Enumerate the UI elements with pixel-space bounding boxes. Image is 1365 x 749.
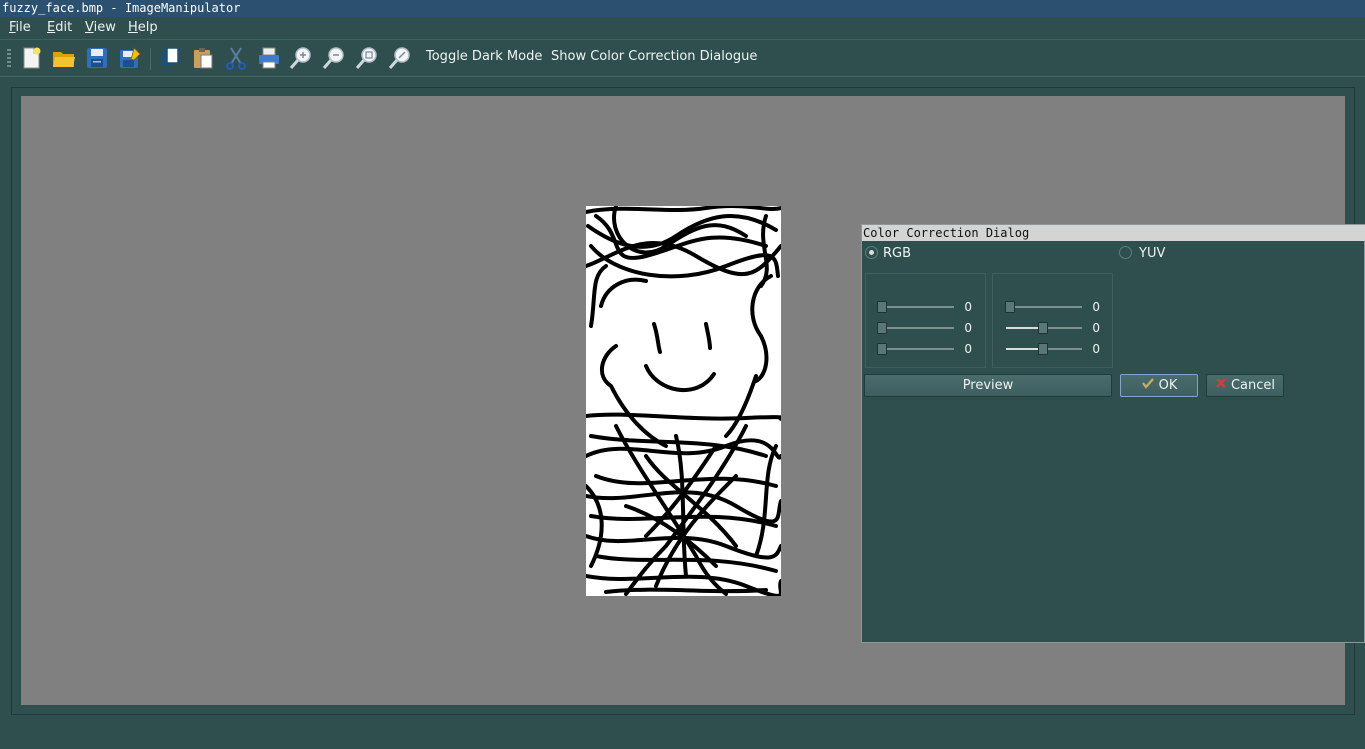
menu-bar: File Edit View Help [0, 17, 1365, 40]
new-file-icon[interactable] [18, 45, 44, 71]
yuv-value-3: 0 [1092, 342, 1100, 356]
ok-button[interactable]: OK [1120, 374, 1198, 397]
zoom-reset-icon[interactable] [387, 45, 413, 71]
toggle-dark-mode-button[interactable]: Toggle Dark Mode [426, 49, 542, 64]
scribble-face-image [586, 206, 781, 596]
checkmark-icon [1141, 375, 1155, 396]
menu-help[interactable]: Help [128, 20, 158, 35]
yuv-radio[interactable] [1119, 246, 1132, 259]
yuv-slider-2[interactable] [1004, 322, 1082, 334]
preview-button[interactable]: Preview [864, 374, 1112, 397]
zoom-out-icon[interactable] [321, 45, 347, 71]
window-title: fuzzy_face.bmp - ImageManipulator [0, 0, 1365, 17]
zoom-in-icon[interactable] [288, 45, 314, 71]
ok-label: OK [1158, 378, 1178, 393]
open-folder-icon[interactable] [51, 45, 77, 71]
preview-label: Preview [962, 378, 1014, 393]
copy-icon[interactable] [157, 45, 183, 71]
toolbar: Toggle Dark Mode Show Color Correction D… [0, 40, 1365, 77]
rgb-value-3: 0 [964, 342, 972, 356]
image-view [586, 206, 781, 596]
yuv-value-1: 0 [1092, 300, 1100, 314]
rgb-radio[interactable] [865, 246, 878, 259]
yuv-slider-3[interactable] [1004, 343, 1082, 355]
menu-view[interactable]: View [85, 20, 116, 35]
cancel-button[interactable]: Cancel [1206, 374, 1284, 397]
rgb-label: RGB [883, 246, 912, 261]
color-correction-dialog: Color Correction Dialog RGB YUV 0 0 0 0 … [861, 224, 1365, 643]
yuv-value-2: 0 [1092, 321, 1100, 335]
menu-file[interactable]: File [9, 20, 31, 35]
toolbar-grip[interactable] [7, 49, 11, 67]
cancel-x-icon [1215, 375, 1227, 396]
yuv-label: YUV [1139, 246, 1166, 261]
rgb-slider-3[interactable] [876, 343, 954, 355]
zoom-fit-icon[interactable] [354, 45, 380, 71]
paste-icon[interactable] [190, 45, 216, 71]
cut-icon[interactable] [223, 45, 249, 71]
cancel-label: Cancel [1230, 378, 1276, 393]
rgb-value-2: 0 [964, 321, 972, 335]
rgb-slider-2[interactable] [876, 322, 954, 334]
show-color-correction-button[interactable]: Show Color Correction Dialogue [551, 49, 757, 64]
save-as-icon[interactable] [117, 45, 143, 71]
toolbar-separator [150, 48, 151, 70]
menu-edit[interactable]: Edit [47, 20, 72, 35]
dialog-title: Color Correction Dialog [862, 225, 1365, 241]
yuv-slider-1[interactable] [1004, 301, 1082, 313]
print-icon[interactable] [256, 45, 282, 71]
rgb-slider-1[interactable] [876, 301, 954, 313]
save-icon[interactable] [84, 45, 110, 71]
rgb-value-1: 0 [964, 300, 972, 314]
